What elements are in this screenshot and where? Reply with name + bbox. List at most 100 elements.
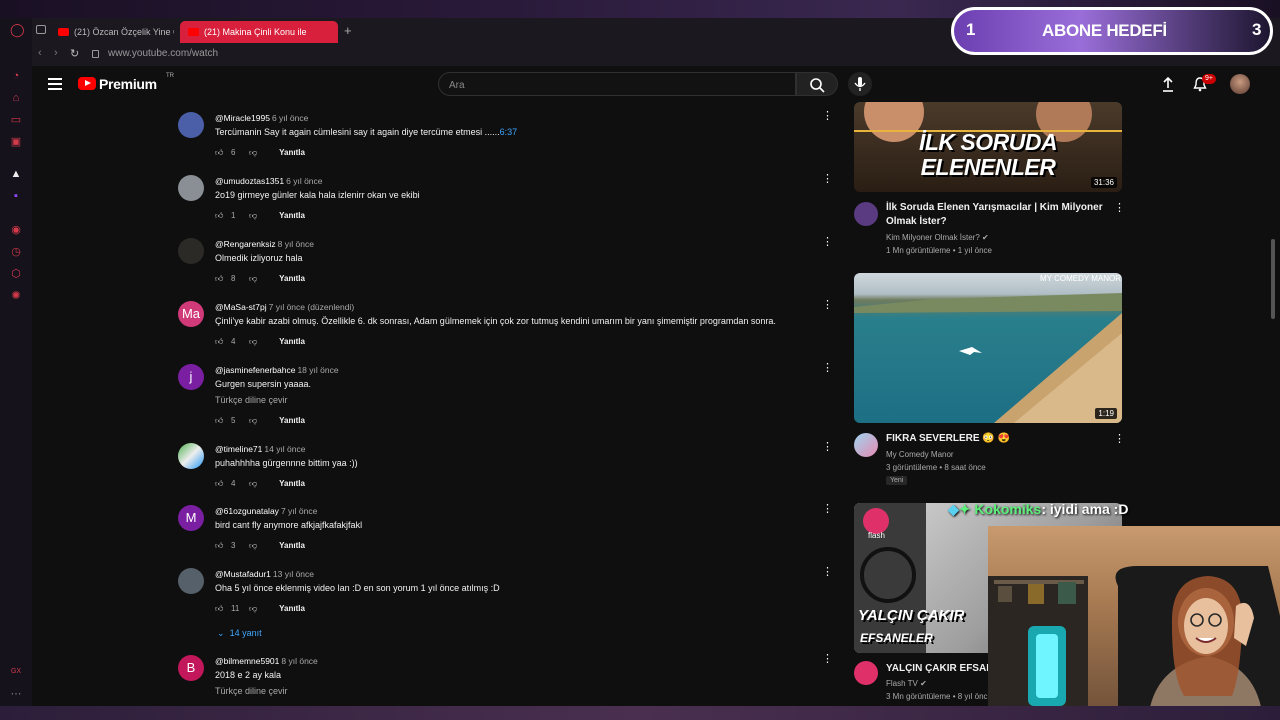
dislike-icon[interactable]: 👎︎: [249, 604, 257, 614]
voice-search-button[interactable]: [848, 72, 872, 96]
comment-username[interactable]: @Rengarenksiz: [215, 239, 276, 249]
reply-button[interactable]: Yanıtla: [279, 479, 305, 488]
like-icon[interactable]: 👍︎: [215, 274, 225, 284]
comment-avatar[interactable]: j: [178, 364, 204, 390]
like-icon[interactable]: 👍︎: [215, 211, 225, 221]
video-menu-icon[interactable]: ⋮: [1114, 203, 1125, 214]
comment-avatar[interactable]: Ma: [178, 301, 204, 327]
comment-author[interactable]: @MaSa-st7pj 7 yıl önce (düzenlendi): [215, 302, 354, 312]
like-icon[interactable]: 👍︎: [215, 479, 225, 489]
comment-username[interactable]: @Miracle1995: [215, 113, 270, 123]
comment-time[interactable]: 7 yıl önce (düzenlendi): [269, 302, 355, 312]
search-button[interactable]: [796, 72, 838, 96]
channel-name[interactable]: My Comedy Manor: [886, 450, 954, 459]
comment-menu-icon[interactable]: ⋮: [822, 504, 833, 515]
history-icon[interactable]: ◷: [10, 246, 22, 258]
reply-button[interactable]: Yanıtla: [279, 541, 305, 550]
comment-author[interactable]: @Miracle1995 6 yıl önce: [215, 113, 308, 123]
comment-author[interactable]: @Rengarenksiz 8 yıl önce: [215, 239, 314, 249]
comment-menu-icon[interactable]: ⋮: [822, 363, 833, 374]
tab-list-icon[interactable]: [36, 25, 46, 34]
dislike-icon[interactable]: 👎︎: [249, 337, 257, 347]
video-thumbnail[interactable]: İLK SORUDA ELENENLER 31:36: [854, 102, 1122, 192]
comment-avatar[interactable]: [178, 175, 204, 201]
forward-icon[interactable]: ›: [54, 47, 58, 59]
player-icon[interactable]: ◉: [10, 224, 22, 236]
more-dots-icon[interactable]: ⋯: [10, 688, 22, 700]
opera-logo-icon[interactable]: ◯: [10, 23, 25, 36]
messenger-icon[interactable]: ▭: [10, 114, 22, 126]
related-video[interactable]: İLK SORUDA ELENENLER 31:36 İlk Soruda El…: [854, 102, 1125, 262]
channel-name-text[interactable]: Kim Milyoner Olmak İster?: [886, 233, 980, 242]
reply-button[interactable]: Yanıtla: [279, 148, 305, 157]
new-tab-button[interactable]: +: [344, 22, 358, 40]
dislike-icon[interactable]: 👎︎: [249, 479, 257, 489]
speed-dial-icon[interactable]: ◔: [10, 70, 22, 82]
comment-menu-icon[interactable]: ⋮: [822, 174, 833, 185]
comment-time[interactable]: 6 yıl önce: [272, 113, 308, 123]
related-video[interactable]: MY COMEDY MANOR 1:19 FIKRA SEVERLERE 😳 😍…: [854, 273, 1125, 493]
comment-menu-icon[interactable]: ⋮: [822, 300, 833, 311]
like-icon[interactable]: 👍︎: [215, 604, 225, 614]
comment-time[interactable]: 14 yıl önce: [264, 444, 305, 454]
comment-time[interactable]: 18 yıl önce: [297, 365, 338, 375]
comment-menu-icon[interactable]: ⋮: [822, 111, 833, 122]
reply-button[interactable]: Yanıtla: [279, 416, 305, 425]
like-icon[interactable]: 👍︎: [215, 148, 225, 158]
translate-link[interactable]: Türkçe diline çevir: [215, 395, 288, 405]
comment-username[interactable]: @MaSa-st7pj: [215, 302, 267, 312]
channel-avatar[interactable]: [854, 202, 878, 226]
comment-username[interactable]: @Mustafadur1: [215, 569, 271, 579]
comment-time[interactable]: 7 yıl önce: [281, 506, 317, 516]
scrollbar-thumb[interactable]: [1271, 239, 1275, 319]
like-icon[interactable]: 👍︎: [215, 337, 225, 347]
comment-username[interactable]: @jasminefenerbahce: [215, 365, 295, 375]
comment-menu-icon[interactable]: ⋮: [822, 567, 833, 578]
url-field[interactable]: www.youtube.com/watch: [108, 48, 218, 59]
menu-icon[interactable]: [48, 78, 62, 90]
channel-name-text[interactable]: Flash TV: [886, 679, 918, 688]
comment-author[interactable]: @bilmemne5901 8 yıl önce: [215, 656, 318, 666]
video-menu-icon[interactable]: ⋮: [1114, 434, 1125, 445]
comment-avatar[interactable]: [178, 443, 204, 469]
comment-avatar[interactable]: [178, 568, 204, 594]
extensions-icon[interactable]: ⬡: [10, 268, 22, 280]
comment-avatar[interactable]: [178, 112, 204, 138]
dislike-icon[interactable]: 👎︎: [249, 211, 257, 221]
tab-ozcan[interactable]: (21) Özcan Özçelik Yine Ö: [50, 21, 174, 43]
video-title[interactable]: FIKRA SEVERLERE 😳 😍: [886, 432, 1108, 446]
dislike-icon[interactable]: 👎︎: [249, 148, 257, 158]
reply-button[interactable]: Yanıtla: [279, 604, 305, 613]
like-icon[interactable]: 👍︎: [215, 541, 225, 551]
comment-time[interactable]: 13 yıl önce: [273, 569, 314, 579]
comment-author[interactable]: @umudoztas1351 6 yıl önce: [215, 176, 323, 186]
reply-button[interactable]: Yanıtla: [279, 337, 305, 346]
twitch-icon[interactable]: ▪: [10, 190, 22, 202]
comment-author[interactable]: @jasminefenerbahce 18 yıl önce: [215, 365, 339, 375]
comment-avatar[interactable]: M: [178, 505, 204, 531]
show-replies-button[interactable]: ⌄ 14 yanıt: [217, 628, 262, 639]
channel-avatar[interactable]: [854, 433, 878, 457]
comment-time[interactable]: 8 yıl önce: [278, 239, 314, 249]
back-icon[interactable]: ‹: [38, 47, 42, 59]
comment-avatar[interactable]: [178, 238, 204, 264]
comment-author[interactable]: @Mustafadur1 13 yıl önce: [215, 569, 314, 579]
comment-time[interactable]: 8 yıl önce: [281, 656, 317, 666]
comment-username[interactable]: @timeline71: [215, 444, 262, 454]
comment-username[interactable]: @umudoztas1351: [215, 176, 284, 186]
upload-button[interactable]: [1160, 75, 1176, 98]
reply-button[interactable]: Yanıtla: [279, 211, 305, 220]
comment-username[interactable]: @61ozgunatalay: [215, 506, 279, 516]
dislike-icon[interactable]: 👎︎: [249, 274, 257, 284]
reload-icon[interactable]: ↻: [70, 47, 79, 60]
comment-menu-icon[interactable]: ⋮: [822, 654, 833, 665]
replies-count[interactable]: 14 yanıt: [230, 628, 262, 638]
channel-name[interactable]: Kim Milyoner Olmak İster? ✔: [886, 233, 989, 242]
comment-time[interactable]: 6 yıl önce: [286, 176, 322, 186]
aria-icon[interactable]: ▲: [10, 168, 22, 180]
comment-author[interactable]: @timeline71 14 yıl önce: [215, 444, 306, 454]
reply-button[interactable]: Yanıtla: [279, 274, 305, 283]
comment-author[interactable]: @61ozgunatalay 7 yıl önce: [215, 506, 317, 516]
settings-gear-icon[interactable]: ✺: [10, 290, 22, 302]
translate-link[interactable]: Türkçe diline çevir: [215, 686, 288, 696]
